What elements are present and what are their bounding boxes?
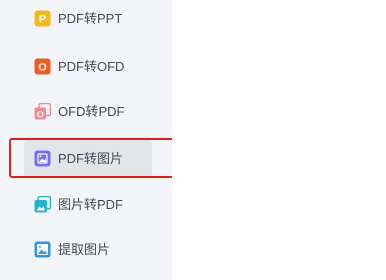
ofd-to-pdf-icon: O xyxy=(34,102,52,120)
sidebar-item-label: PDF转OFD xyxy=(58,59,125,74)
pdf-to-ppt-icon: P xyxy=(34,10,51,27)
image-to-pdf-icon xyxy=(34,195,52,213)
extract-image-icon xyxy=(34,241,51,258)
svg-text:O: O xyxy=(38,62,47,74)
sidebar-item-image-to-pdf[interactable]: 图片转PDF xyxy=(0,186,172,224)
svg-text:P: P xyxy=(39,14,46,26)
pdf-to-image-icon xyxy=(34,150,51,167)
sidebar-item-label: PDF转PPT xyxy=(58,11,123,26)
main-content-area xyxy=(172,0,386,280)
svg-text:O: O xyxy=(37,109,44,119)
sidebar-item-extract-image[interactable]: 提取图片 xyxy=(0,231,172,269)
sidebar-item-pdf-to-ppt[interactable]: P PDF转PPT xyxy=(0,0,172,38)
pdf-to-ofd-icon: O xyxy=(34,58,51,75)
sidebar-item-label: 图片转PDF xyxy=(58,197,124,212)
sidebar-item-pdf-to-image[interactable]: PDF转图片 xyxy=(0,140,172,178)
app-window: P PDF转PPT O PDF转OFD O OFD转PDF PDF转图片 图片转… xyxy=(0,0,386,280)
sidebar-item-label: 提取图片 xyxy=(58,242,111,257)
sidebar-item-label: OFD转PDF xyxy=(58,104,125,119)
sidebar: P PDF转PPT O PDF转OFD O OFD转PDF PDF转图片 图片转… xyxy=(0,0,194,280)
sidebar-item-label: PDF转图片 xyxy=(58,151,124,166)
sidebar-item-ofd-to-pdf[interactable]: O OFD转PDF xyxy=(0,93,172,131)
sidebar-item-pdf-to-ofd[interactable]: O PDF转OFD xyxy=(0,48,172,86)
